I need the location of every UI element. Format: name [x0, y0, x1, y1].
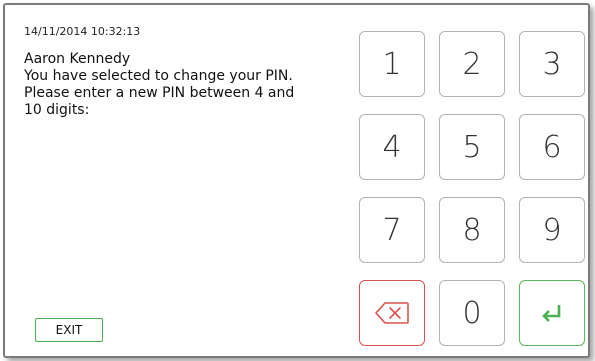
- timestamp: 14/11/2014 10:32:13: [24, 25, 141, 38]
- exit-button[interactable]: EXIT: [35, 318, 103, 342]
- keypad-key-6[interactable]: 6: [519, 114, 585, 180]
- enter-icon: [541, 303, 563, 323]
- keypad-key-9[interactable]: 9: [519, 197, 585, 263]
- keypad-key-4[interactable]: 4: [359, 114, 425, 180]
- instruction-message: Aaron Kennedy You have selected to chang…: [24, 51, 354, 119]
- user-name: Aaron Kennedy: [24, 51, 131, 67]
- message-line: You have selected to change your PIN.: [24, 68, 293, 84]
- keypad-key-8[interactable]: 8: [439, 197, 505, 263]
- keypad-key-0[interactable]: 0: [439, 280, 505, 346]
- keypad-key-2[interactable]: 2: [439, 31, 505, 97]
- backspace-button[interactable]: [359, 280, 425, 346]
- message-line: 10 digits:: [24, 102, 90, 118]
- enter-button[interactable]: [519, 280, 585, 346]
- keypad-key-7[interactable]: 7: [359, 197, 425, 263]
- keypad-key-5[interactable]: 5: [439, 114, 505, 180]
- backspace-icon: [375, 302, 409, 324]
- keypad-key-1[interactable]: 1: [359, 31, 425, 97]
- keypad-key-3[interactable]: 3: [519, 31, 585, 97]
- message-line: Please enter a new PIN between 4 and: [24, 85, 295, 101]
